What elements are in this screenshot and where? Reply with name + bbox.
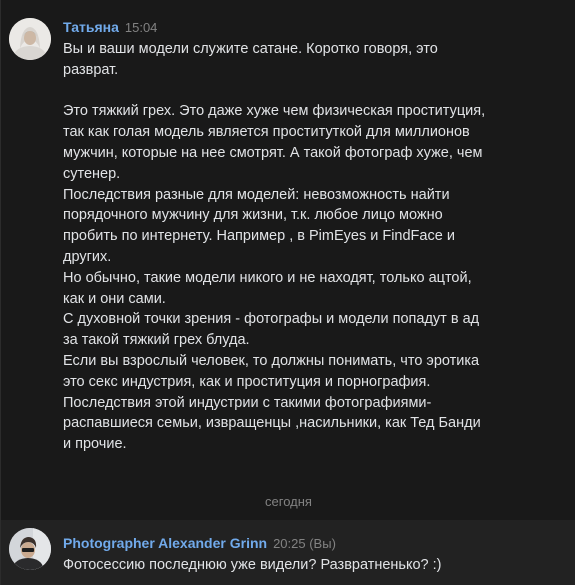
message-line: порядочного мужчину для жизни, т.к. любо… bbox=[63, 207, 443, 224]
author-name[interactable]: Татьяна bbox=[63, 19, 119, 35]
message-line: сутенер. bbox=[63, 165, 121, 182]
message-line: Это тяжкий грех. Это даже хуже чем физич… bbox=[63, 103, 486, 120]
message-line: Если вы взрослый человек, то должны пони… bbox=[63, 352, 480, 369]
message-line: Последствия этой индустрии с такими фото… bbox=[63, 394, 432, 411]
message-line: мужчин, которые на нее смотрят. А такой … bbox=[63, 144, 483, 161]
avatar[interactable] bbox=[9, 528, 51, 570]
message-tatyana: Татьяна 15:04 Вы и ваши модели служите са… bbox=[1, 0, 575, 470]
message-photographer: Photographer Alexander Grinn 20:25 (Вы) Ф… bbox=[1, 520, 575, 585]
message-text: Фотосессию последнюю уже видели? Разврат… bbox=[63, 555, 563, 576]
date-divider: сегодня bbox=[265, 494, 312, 509]
avatar[interactable] bbox=[9, 18, 51, 60]
message-time[interactable]: 20:25 (Вы) bbox=[273, 536, 336, 551]
chat-history: Татьяна 15:04 Вы и ваши модели служите са… bbox=[0, 0, 575, 585]
message-line: разврат. bbox=[63, 61, 119, 78]
message-text: Вы и ваши модели служите сатане. Коротко… bbox=[63, 39, 563, 455]
message-line: пробить по интернету. Например , в PimEy… bbox=[63, 228, 455, 245]
message-line: Вы и ваши модели служите сатане. Коротко… bbox=[63, 41, 438, 57]
message-line: Последствия разные для моделей: невозмож… bbox=[63, 186, 450, 203]
message-line: других. bbox=[63, 248, 112, 265]
message-line: так как голая модель является проститутк… bbox=[63, 124, 470, 141]
message-line: Но обычно, такие модели никого и не нахо… bbox=[63, 269, 472, 286]
message-line: это секс индустрия, как и проституция и … bbox=[63, 373, 431, 390]
message-line: Фотосессию последнюю уже видели? Разврат… bbox=[63, 557, 442, 573]
message-line: С духовной точки зрения - фотографы и мо… bbox=[63, 311, 480, 328]
message-line: как и они сами. bbox=[63, 290, 166, 307]
message-header: Photographer Alexander Grinn 20:25 (Вы) bbox=[63, 535, 336, 553]
message-line: распавшиеся семьи, извращенцы ,насильник… bbox=[63, 415, 481, 432]
author-name[interactable]: Photographer Alexander Grinn bbox=[63, 535, 267, 551]
message-line: за такой тяжкий грех блуда. bbox=[63, 332, 250, 349]
message-line: и прочие. bbox=[63, 436, 127, 453]
message-time[interactable]: 15:04 bbox=[125, 20, 158, 35]
message-header: Татьяна 15:04 bbox=[63, 19, 157, 37]
